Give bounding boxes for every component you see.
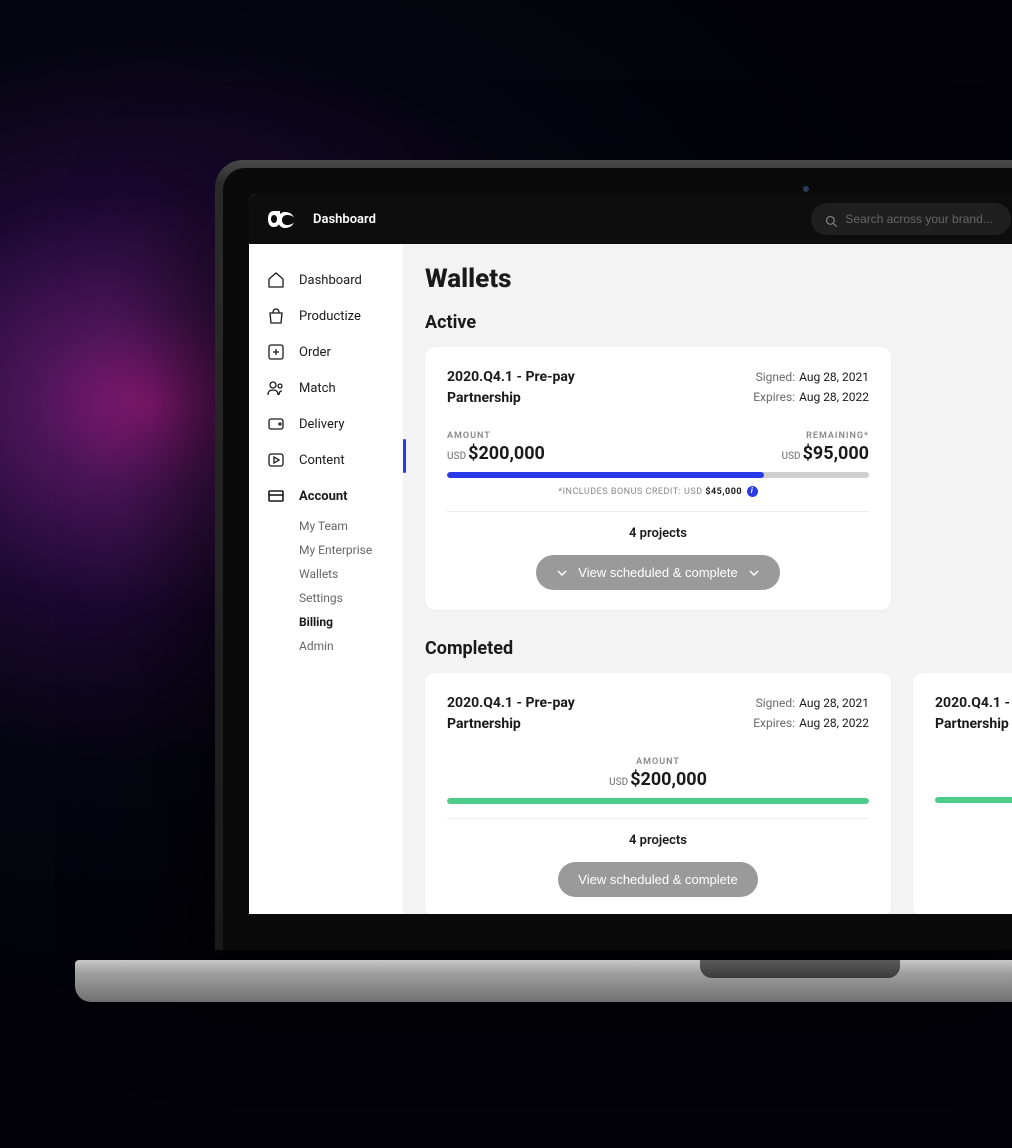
remaining-block: REMAINING* USD$95,000 [781,431,869,464]
info-icon[interactable] [747,486,758,497]
search-box[interactable] [811,203,1011,235]
header-title: Dashboard [313,212,376,227]
sidebar-sub-billing[interactable]: Billing [249,610,403,634]
home-icon [267,271,285,289]
brand-logo[interactable] [267,208,295,230]
app-header: Dashboard [249,194,1012,244]
wallet-dates: Signed:Aug 28, 2021 Expires:Aug 28, 2022 [753,367,869,409]
project-count: 4 projects [447,526,869,541]
app-screen: Dashboard [249,194,1012,914]
progress-bar [935,797,1012,803]
laptop-bezel: Dashboard [223,168,1012,950]
sidebar-label: Dashboard [299,273,362,288]
search-icon [825,212,837,226]
sidebar-item-order[interactable]: Order [249,334,403,370]
sidebar-item-match[interactable]: Match [249,370,403,406]
page-title: Wallets [425,264,1012,294]
sidebar-sub-wallets[interactable]: Wallets [249,562,403,586]
sidebar-sub-settings[interactable]: Settings [249,586,403,610]
completed-wallet-card: 2020.Q4.1 - Pre Partnership [913,673,1012,914]
sidebar-label: Content [299,453,345,468]
view-scheduled-button[interactable]: View scheduled & complete [558,862,757,897]
sidebar-sub-myteam[interactable]: My Team [249,514,403,538]
project-count: 4 projects [447,833,869,848]
progress-bar [447,472,869,478]
sidebar-label: Match [299,381,336,396]
amount-block: AMOUNT USD$200,000 [447,431,545,464]
sidebar-label: Delivery [299,417,345,432]
amount-block: AMOUNT USD$200,000 [609,757,707,790]
laptop-notch [700,960,900,978]
chevron-down-icon [748,567,760,579]
sidebar-item-dashboard[interactable]: Dashboard [249,262,403,298]
users-icon [267,379,285,397]
progress-fill [447,798,869,804]
divider [447,818,869,819]
plus-box-icon [267,343,285,361]
camera-dot [803,186,809,192]
sidebar-item-account[interactable]: Account [249,478,403,514]
progress-bar [447,798,869,804]
card-icon [267,487,285,505]
wallet-name: 2020.Q4.1 - Pre-pay Partnership [447,367,575,409]
completed-wallet-card: 2020.Q4.1 - Pre-pay Partnership Signed:A… [425,673,891,914]
completed-section-title: Completed [425,638,1012,659]
sidebar-item-content[interactable]: Content [249,442,403,478]
active-wallet-card: 2020.Q4.1 - Pre-pay Partnership Signed:A… [425,347,891,610]
divider [447,511,869,512]
progress-fill [447,472,764,478]
progress-fill [935,797,1012,803]
sidebar-sub-admin[interactable]: Admin [249,634,403,658]
wallet-name: 2020.Q4.1 - Pre Partnership [935,693,1012,735]
wallet-dates: Signed:Aug 28, 2021 Expires:Aug 28, 2022 [753,693,869,735]
search-input[interactable] [845,212,997,226]
sidebar-sub-myenterprise[interactable]: My Enterprise [249,538,403,562]
sidebar-label: Account [299,489,348,504]
bag-icon [267,307,285,325]
sidebar: Dashboard Productize [249,244,403,914]
active-card-indicator [403,439,406,473]
play-icon [267,451,285,469]
active-section-title: Active [425,312,1012,333]
view-scheduled-button[interactable]: View scheduled & complete [536,555,779,590]
laptop-frame: Dashboard [215,160,1012,950]
chevron-down-icon [556,567,568,579]
bonus-credit-line: *INCLUDES BONUS CREDIT: USD $45,000 [447,486,869,497]
sidebar-label: Productize [299,309,361,324]
sidebar-label: Order [299,345,331,360]
box-icon [267,415,285,433]
sidebar-item-productize[interactable]: Productize [249,298,403,334]
main-content: Wallets Active 2020.Q4.1 - Pre-pay Partn… [403,244,1012,914]
sidebar-item-delivery[interactable]: Delivery [249,406,403,442]
wallet-name: 2020.Q4.1 - Pre-pay Partnership [447,693,575,735]
